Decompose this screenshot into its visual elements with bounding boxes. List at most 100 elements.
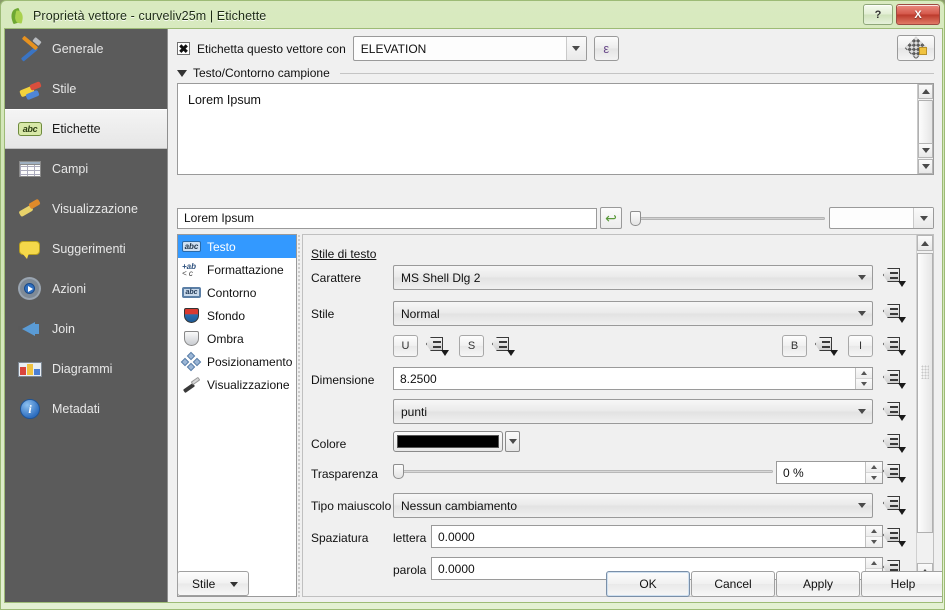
slider-handle[interactable] [393, 464, 404, 479]
labeling-sections-tree[interactable]: abc Testo +ab < c Formattazione abc Conto… [177, 234, 297, 597]
stepper-up-icon[interactable] [866, 462, 882, 473]
chevron-down-icon[interactable] [565, 37, 586, 60]
form-inner: Stile di testo Carattere MS Shell Dlg 2 … [303, 235, 915, 596]
sidebar-item-visualizzazione[interactable]: Visualizzazione [5, 189, 167, 229]
size-data-defined-button[interactable] [883, 368, 907, 389]
scroll-down-icon[interactable] [918, 143, 933, 158]
sidebar-item-etichette[interactable]: abc Etichette [5, 109, 167, 149]
style-combo[interactable]: Normal [393, 301, 873, 326]
transparency-slider[interactable] [393, 461, 773, 481]
tree-item-posizionamento[interactable]: Posizionamento [178, 350, 296, 373]
scroll-grip-icon [921, 365, 929, 379]
chevron-down-icon[interactable] [913, 208, 933, 228]
tree-item-formattazione[interactable]: +ab < c Formattazione [178, 258, 296, 281]
form-scrollbar[interactable] [916, 235, 933, 596]
stepper-down-icon[interactable] [866, 537, 882, 547]
transparency-stepper[interactable] [865, 462, 882, 483]
sidebar-item-stile[interactable]: Stile [5, 69, 167, 109]
sample-preview-box[interactable]: Lorem Ipsum [177, 83, 934, 175]
sample-text-input[interactable]: Lorem Ipsum [177, 207, 597, 229]
ok-button[interactable]: OK [606, 571, 690, 597]
letter-spacing-spinbox[interactable]: 0.0000 [431, 525, 883, 548]
letter-spacing-data-defined-button[interactable] [883, 526, 907, 547]
stepper-up-icon[interactable] [856, 368, 872, 379]
sidebar-item-label: Visualizzazione [52, 202, 138, 216]
chevron-down-icon[interactable] [852, 302, 872, 325]
size-stepper[interactable] [855, 368, 872, 389]
help-button[interactable]: ? [863, 4, 893, 25]
chevron-down-icon[interactable] [177, 69, 187, 77]
tree-item-label: Visualizzazione [207, 377, 290, 392]
capitalize-combo[interactable]: Nessun cambiamento [393, 493, 873, 518]
strikethrough-data-defined-button[interactable] [492, 335, 516, 356]
speech-bubble-icon [17, 236, 43, 262]
sidebar-item-generale[interactable]: Generale [5, 29, 167, 69]
apply-button[interactable]: Apply [776, 571, 860, 597]
chevron-down-icon[interactable] [852, 266, 872, 289]
enable-labeling-checkbox[interactable]: ✖ [177, 42, 190, 55]
text-color-swatch[interactable] [393, 431, 503, 452]
tree-item-sfondo[interactable]: Sfondo [178, 304, 296, 327]
transparency-data-defined-button[interactable] [883, 462, 907, 483]
scroll-up-icon[interactable] [918, 84, 933, 99]
color-dropdown-button[interactable] [505, 431, 520, 452]
underline-button[interactable]: U [393, 335, 418, 357]
preview-scrollbar[interactable] [917, 84, 933, 174]
scroll-thumb[interactable] [918, 100, 933, 146]
preview-zoom-slider[interactable] [630, 208, 825, 228]
chevron-down-icon[interactable] [852, 400, 872, 423]
reset-sample-button[interactable]: ↩ [600, 207, 622, 229]
sidebar-item-diagrammi[interactable]: Diagrammi [5, 349, 167, 389]
scroll-up-icon[interactable] [917, 235, 933, 251]
bold-button[interactable]: B [782, 335, 807, 357]
sidebar-item-metadati[interactable]: i Metadati [5, 389, 167, 429]
close-button[interactable]: X [896, 4, 940, 25]
italic-button[interactable]: I [848, 335, 873, 357]
underline-data-defined-button[interactable] [426, 335, 450, 356]
gear-play-icon [17, 276, 43, 302]
chevron-down-icon[interactable] [230, 582, 238, 587]
tree-item-ombra[interactable]: Ombra [178, 327, 296, 350]
bold-data-defined-button[interactable] [815, 335, 839, 356]
color-label: Colore [311, 437, 347, 451]
preview-background-combo[interactable] [829, 207, 934, 229]
sample-group-header[interactable]: Testo/Contorno campione [177, 66, 934, 80]
tree-item-testo[interactable]: abc Testo [178, 235, 296, 258]
sidebar-item-azioni[interactable]: Azioni [5, 269, 167, 309]
labeling-options-button[interactable] [897, 35, 935, 61]
expression-button[interactable]: ε [593, 36, 619, 61]
label-field-combo[interactable]: ELEVATION [352, 36, 587, 61]
units-data-defined-button[interactable] [883, 400, 907, 421]
sidebar-item-join[interactable]: Join [5, 309, 167, 349]
info-circle-icon: i [17, 396, 43, 422]
size-spinbox[interactable]: 8.2500 [393, 367, 873, 390]
font-data-defined-button[interactable] [883, 266, 907, 287]
window-controls: ? X [863, 4, 940, 25]
sidebar-item-suggerimenti[interactable]: Suggerimenti [5, 229, 167, 269]
size-units-combo[interactable]: punti [393, 399, 873, 424]
capitalize-data-defined-button[interactable] [883, 494, 907, 515]
sidebar-item-campi[interactable]: Campi [5, 149, 167, 189]
style-menu-button[interactable]: Stile [177, 571, 249, 596]
chevron-down-icon[interactable] [852, 494, 872, 517]
transparency-spinbox[interactable]: 0 % [776, 461, 883, 484]
color-data-defined-button[interactable] [883, 432, 907, 453]
help-footer-button[interactable]: Help [861, 571, 942, 597]
letter-spacing-stepper[interactable] [865, 526, 882, 547]
stepper-down-icon[interactable] [866, 473, 882, 483]
tree-item-visualizzazione[interactable]: Visualizzazione [178, 373, 296, 396]
style-data-defined-button[interactable] [883, 302, 907, 323]
scroll-down-icon-2[interactable] [918, 159, 933, 174]
strikethrough-button[interactable]: S [459, 335, 484, 357]
italic-data-defined-button[interactable] [883, 335, 907, 356]
abc-label-icon: abc [17, 116, 43, 142]
tree-item-contorno[interactable]: abc Contorno [178, 281, 296, 304]
cancel-button[interactable]: Cancel [691, 571, 775, 597]
scroll-thumb[interactable] [917, 253, 933, 533]
abc-outline-icon: abc [182, 284, 201, 301]
stepper-up-icon[interactable] [866, 526, 882, 537]
slider-handle[interactable] [630, 211, 641, 226]
stepper-down-icon[interactable] [856, 379, 872, 389]
font-combo[interactable]: MS Shell Dlg 2 [393, 265, 873, 290]
tree-item-label: Contorno [207, 285, 257, 300]
